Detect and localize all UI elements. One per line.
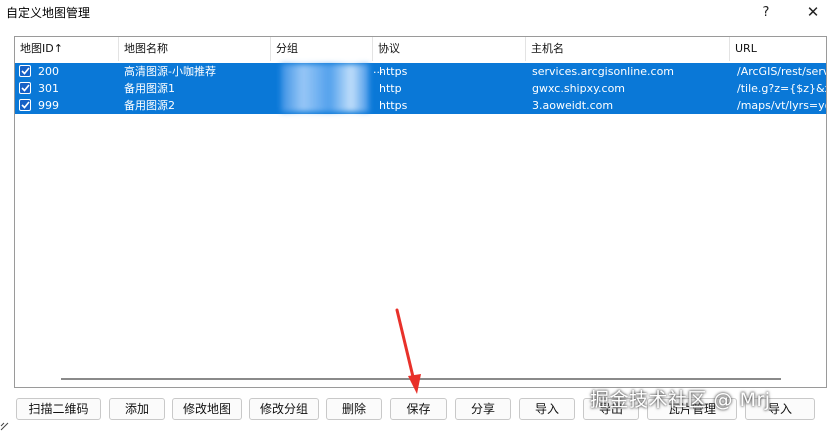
map-name-cell: 备用图源1 [124, 82, 175, 95]
protocol-cell: https [379, 99, 408, 112]
table-row[interactable]: 200 高清图源-小咖推荐 https services.arcgisonlin… [15, 63, 826, 80]
close-button[interactable]: ✕ [796, 0, 830, 24]
host-cell: services.arcgisonline.com [532, 65, 675, 78]
protocol-cell: http [379, 82, 402, 95]
help-button[interactable]: ? [749, 0, 783, 24]
horizontal-scrollbar[interactable] [61, 378, 781, 380]
host-cell: 3.aoweidt.com [532, 99, 614, 112]
col-header-map-name[interactable]: 地图名称 [119, 37, 271, 61]
delete-button[interactable]: 删除 [326, 398, 382, 420]
map-id-cell: 200 [38, 65, 59, 78]
map-name-cell: 备用图源2 [124, 99, 175, 112]
col-header-map-id[interactable]: 地图ID↑ [15, 37, 119, 61]
scan-qr-button[interactable]: 扫描二维码 [16, 398, 101, 420]
save-button[interactable]: 保存 [390, 398, 447, 420]
title-bar: 自定义地图管理 ? ✕ [0, 0, 831, 26]
close-icon: ✕ [806, 3, 820, 21]
row-checkbox[interactable] [19, 99, 31, 111]
map-id-cell: 999 [38, 99, 59, 112]
edit-group-button[interactable]: 修改分组 [249, 398, 319, 420]
list-header: 地图ID↑ 地图名称 分组 协议 主机名 URL [15, 37, 826, 61]
col-header-group[interactable]: 分组 [271, 37, 373, 61]
table-row[interactable]: 301 备用图源1 http gwxc.shipxy.com /tile.g?z… [15, 80, 826, 97]
url-cell: /ArcGIS/rest/serv [737, 65, 826, 78]
map-id-cell: 301 [38, 82, 59, 95]
col-header-url[interactable]: URL [730, 37, 826, 61]
url-cell: /maps/vt/lyrs=y@ [737, 99, 826, 112]
table-row[interactable]: 999 备用图源2 https 3.aoweidt.com /maps/vt/l… [15, 97, 826, 114]
edit-map-button[interactable]: 修改地图 [172, 398, 242, 420]
col-header-protocol[interactable]: 协议 [373, 37, 526, 61]
url-cell: /tile.g?z={$z}&x= [737, 82, 826, 95]
checkmark-icon [20, 67, 30, 75]
row-checkbox[interactable] [19, 65, 31, 77]
add-button[interactable]: 添加 [109, 398, 165, 420]
checkmark-icon [20, 101, 30, 109]
import-button[interactable]: 导入 [519, 398, 575, 420]
window-title: 自定义地图管理 [6, 6, 91, 20]
group-ellipsis: ... [373, 63, 384, 76]
checkmark-icon [20, 84, 30, 92]
host-cell: gwxc.shipxy.com [532, 82, 626, 95]
resize-cursor-icon [0, 422, 9, 431]
col-header-host[interactable]: 主机名 [526, 37, 730, 61]
watermark: 掘金技术社区 @ Mrj [590, 389, 771, 411]
map-name-cell: 高清图源-小咖推荐 [124, 65, 216, 78]
help-icon: ? [762, 4, 770, 20]
map-list[interactable]: 地图ID↑ 地图名称 分组 协议 主机名 URL 200 高清图源-小咖推荐 h… [14, 36, 827, 388]
row-checkbox[interactable] [19, 82, 31, 94]
share-button[interactable]: 分享 [455, 398, 511, 420]
redacted-group-column [281, 64, 369, 112]
